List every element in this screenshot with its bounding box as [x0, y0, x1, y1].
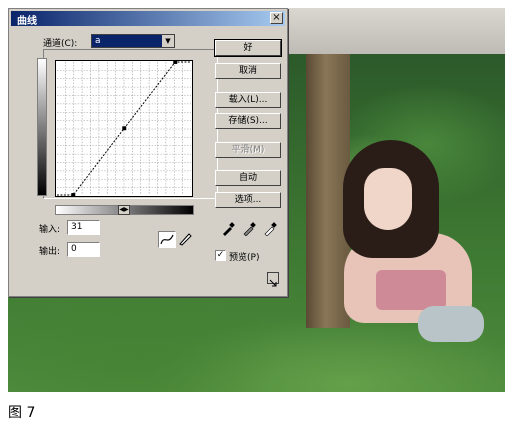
- input-label: 输入:: [39, 225, 61, 235]
- chevron-down-icon[interactable]: ▼: [162, 35, 174, 47]
- curve-graph[interactable]: [55, 60, 193, 197]
- figure-caption: 图 7: [8, 405, 36, 421]
- output-gradient-bar: [37, 58, 47, 196]
- channel-select[interactable]: a ▼: [91, 34, 175, 48]
- curve-control-point[interactable]: [173, 60, 178, 64]
- curve-tool-button[interactable]: [158, 231, 176, 248]
- auto-button[interactable]: 自动: [215, 170, 281, 186]
- girl-skirt: [418, 306, 484, 342]
- save-button[interactable]: 存储(S)...: [215, 113, 281, 129]
- girl-face: [364, 168, 412, 230]
- output-label: 输出:: [39, 247, 61, 257]
- preview-label: 预览(P): [229, 253, 260, 263]
- output-field[interactable]: 0: [67, 242, 100, 257]
- channel-label: 通道(C):: [43, 39, 78, 49]
- white-eyedropper-icon[interactable]: [263, 222, 277, 236]
- curve-control-point[interactable]: [71, 193, 76, 197]
- dialog-titlebar[interactable]: 曲线 ×: [11, 11, 285, 27]
- close-button[interactable]: ×: [270, 12, 283, 24]
- expand-dialog-button[interactable]: [267, 272, 279, 287]
- load-button[interactable]: 载入(L)...: [215, 92, 281, 108]
- channel-value: a: [95, 36, 101, 46]
- expand-icon: [269, 279, 277, 287]
- black-eyedropper-icon[interactable]: [221, 222, 235, 236]
- input-gradient-bar: ◀▶: [55, 205, 194, 215]
- curve-control-point[interactable]: [122, 126, 127, 131]
- options-button[interactable]: 选项...: [215, 192, 281, 208]
- gradient-toggle-icon[interactable]: ◀▶: [118, 205, 130, 215]
- cancel-button[interactable]: 取消: [215, 63, 281, 79]
- gray-eyedropper-icon[interactable]: [242, 222, 256, 236]
- preview-checkbox[interactable]: ✓: [215, 250, 226, 261]
- curve-icon: [160, 234, 174, 245]
- curves-dialog: 曲线 × 通道(C): a ▼ ◀▶ 输入: 31 输出: 0 好 取消 载入(…: [8, 8, 288, 297]
- pencil-tool-button[interactable]: [177, 231, 195, 248]
- input-field[interactable]: 31: [67, 220, 100, 235]
- girl-top: [376, 270, 446, 310]
- ok-button[interactable]: 好: [214, 39, 282, 57]
- smooth-button[interactable]: 平滑(M): [215, 142, 281, 158]
- pencil-icon: [179, 233, 192, 246]
- dialog-title: 曲线: [17, 16, 37, 27]
